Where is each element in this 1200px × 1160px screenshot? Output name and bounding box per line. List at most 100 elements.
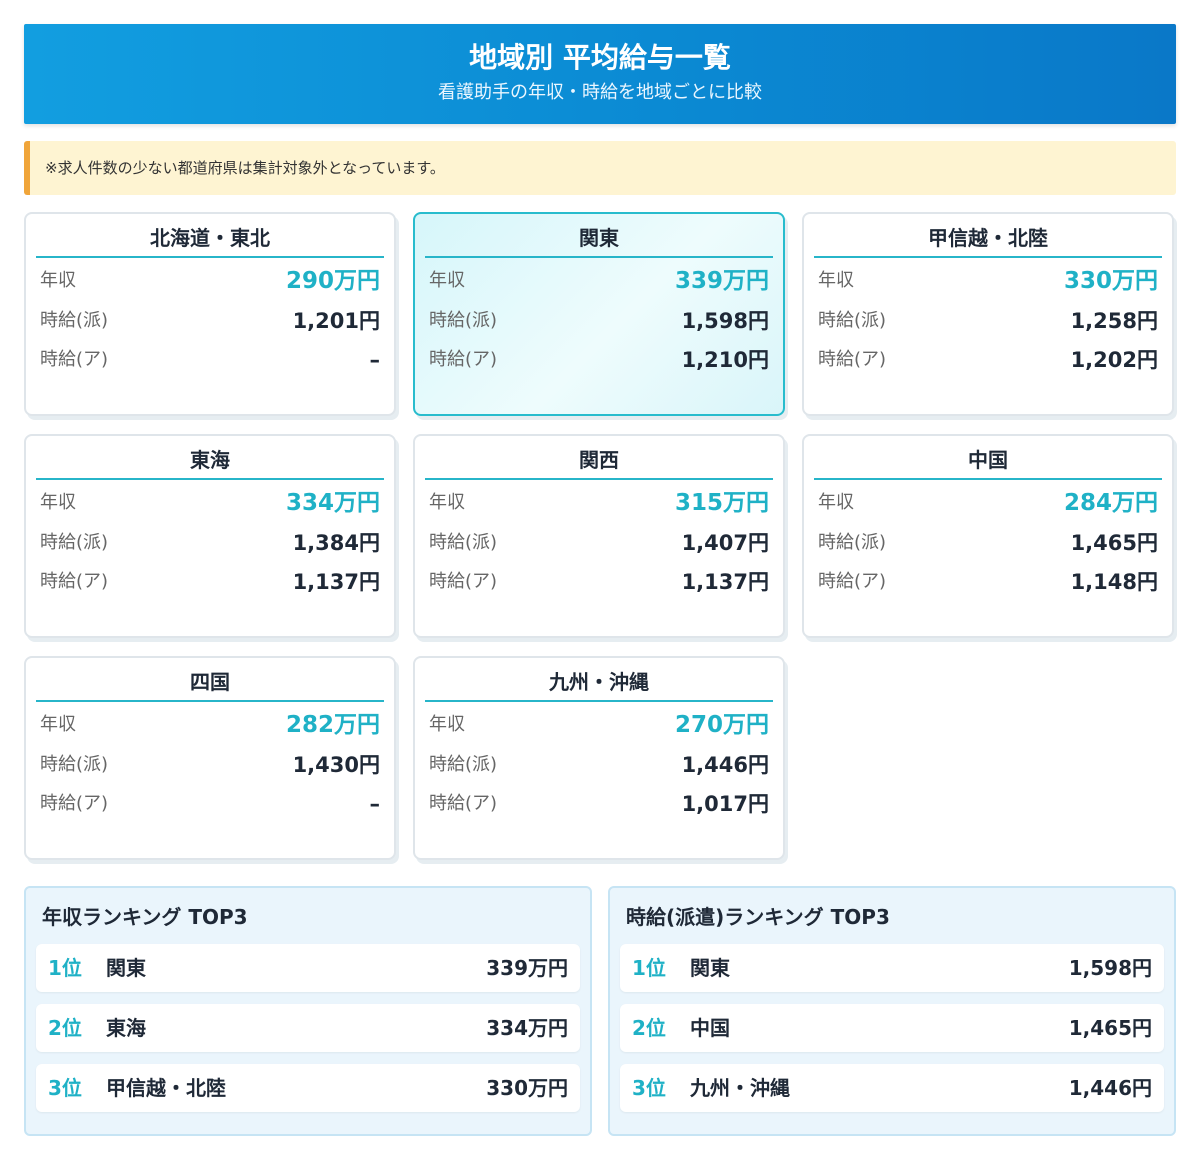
hourly-dispatch-value: 1,384円 <box>292 531 380 555</box>
annual-row: 年収 330万円 <box>818 266 1158 296</box>
annual-row: 年収 315万円 <box>429 488 769 518</box>
hourly-parttime-row: 時給(ア) 1,202円 <box>818 345 1158 375</box>
ranking-position: 1位 <box>632 956 666 980</box>
ranking-value: 1,598円 <box>1068 956 1152 980</box>
hourly-parttime-row: 時給(ア) 1,017円 <box>429 789 769 819</box>
ranking-item: 2位 東海 334万円 <box>36 1004 580 1052</box>
hourly-parttime-label: 時給(ア) <box>818 571 887 592</box>
ranking-value: 334万円 <box>486 1016 568 1040</box>
hourly-dispatch-value: 1,407円 <box>681 531 769 555</box>
region-card-koshinetsu-hokuriku: 甲信越・北陸 年収 330万円 時給(派) 1,258円 時給(ア) 1,202円 <box>802 212 1174 416</box>
annual-label: 年収 <box>429 714 465 735</box>
hourly-dispatch-row: 時給(派) 1,384円 <box>40 528 380 558</box>
annual-row: 年収 284万円 <box>818 488 1158 518</box>
hourly-parttime-value: – <box>369 792 381 816</box>
region-card-kyushu-okinawa: 九州・沖縄 年収 270万円 時給(派) 1,446円 時給(ア) 1,017円 <box>413 656 785 860</box>
hourly-dispatch-row: 時給(派) 1,446円 <box>429 750 769 780</box>
annual-label: 年収 <box>818 270 854 291</box>
region-name: 関東 <box>425 220 773 258</box>
hourly-dispatch-row: 時給(派) 1,465円 <box>818 528 1158 558</box>
hourly-parttime-label: 時給(ア) <box>40 571 109 592</box>
ranking-title: 年収ランキング TOP3 <box>42 905 248 929</box>
ranking-region: 東海 <box>106 1016 146 1040</box>
ranking-position: 1位 <box>48 956 82 980</box>
hourly-parttime-label: 時給(ア) <box>429 349 498 370</box>
hourly-parttime-label: 時給(ア) <box>40 793 109 814</box>
hourly-dispatch-label: 時給(派) <box>429 754 498 775</box>
ranking-item: 3位 九州・沖縄 1,446円 <box>620 1064 1164 1112</box>
hourly-dispatch-label: 時給(派) <box>40 754 109 775</box>
hourly-parttime-label: 時給(ア) <box>429 571 498 592</box>
hourly-parttime-row: 時給(ア) 1,148円 <box>818 567 1158 597</box>
annual-value: 330万円 <box>1063 268 1158 294</box>
hourly-dispatch-label: 時給(派) <box>40 310 109 331</box>
notice-banner: ※求人件数の少ない都道府県は集計対象外となっています。 <box>24 141 1176 195</box>
hourly-dispatch-row: 時給(派) 1,258円 <box>818 306 1158 336</box>
annual-row: 年収 334万円 <box>40 488 380 518</box>
annual-value: 315万円 <box>674 490 769 516</box>
annual-row: 年収 290万円 <box>40 266 380 296</box>
hourly-ranking-panel: 時給(派遣)ランキング TOP3 1位 関東 1,598円 2位 中国 1,46… <box>608 886 1176 1136</box>
hourly-parttime-label: 時給(ア) <box>40 349 109 370</box>
hourly-parttime-value: 1,148円 <box>1070 570 1158 594</box>
hourly-dispatch-value: 1,598円 <box>681 309 769 333</box>
annual-label: 年収 <box>429 492 465 513</box>
ranking-value: 330万円 <box>486 1076 568 1100</box>
annual-row: 年収 339万円 <box>429 266 769 296</box>
ranking-position: 3位 <box>632 1076 666 1100</box>
ranking-region: 関東 <box>690 956 730 980</box>
annual-label: 年収 <box>40 270 76 291</box>
annual-row: 年収 282万円 <box>40 710 380 740</box>
annual-label: 年収 <box>40 492 76 513</box>
hourly-dispatch-label: 時給(派) <box>818 532 887 553</box>
hourly-parttime-value: 1,017円 <box>681 792 769 816</box>
hourly-parttime-row: 時給(ア) – <box>40 345 380 375</box>
region-name: 関西 <box>425 442 773 480</box>
hourly-dispatch-row: 時給(派) 1,430円 <box>40 750 380 780</box>
ranking-position: 2位 <box>632 1016 666 1040</box>
annual-value: 270万円 <box>674 712 769 738</box>
ranking-value: 1,465円 <box>1068 1016 1152 1040</box>
hourly-dispatch-label: 時給(派) <box>429 310 498 331</box>
hourly-parttime-row: 時給(ア) – <box>40 789 380 819</box>
hourly-parttime-value: 1,202円 <box>1070 348 1158 372</box>
annual-value: 290万円 <box>285 268 380 294</box>
hourly-parttime-label: 時給(ア) <box>429 793 498 814</box>
hourly-dispatch-value: 1,465円 <box>1070 531 1158 555</box>
hourly-dispatch-value: 1,446円 <box>681 753 769 777</box>
region-card-kansai: 関西 年収 315万円 時給(派) 1,407円 時給(ア) 1,137円 <box>413 434 785 638</box>
hourly-dispatch-label: 時給(派) <box>818 310 887 331</box>
hourly-parttime-value: 1,210円 <box>681 348 769 372</box>
hourly-parttime-value: 1,137円 <box>292 570 380 594</box>
ranking-position: 2位 <box>48 1016 82 1040</box>
ranking-region: 関東 <box>106 956 146 980</box>
ranking-item: 1位 関東 1,598円 <box>620 944 1164 992</box>
hourly-dispatch-value: 1,430円 <box>292 753 380 777</box>
region-name: 中国 <box>814 442 1162 480</box>
annual-row: 年収 270万円 <box>429 710 769 740</box>
hourly-dispatch-label: 時給(派) <box>40 532 109 553</box>
page-subtitle: 看護助手の年収・時給を地域ごとに比較 <box>438 82 762 103</box>
ranking-value: 339万円 <box>486 956 568 980</box>
annual-value: 284万円 <box>1063 490 1158 516</box>
hourly-dispatch-value: 1,201円 <box>292 309 380 333</box>
annual-value: 339万円 <box>674 268 769 294</box>
annual-value: 282万円 <box>285 712 380 738</box>
region-card-chugoku: 中国 年収 284万円 時給(派) 1,465円 時給(ア) 1,148円 <box>802 434 1174 638</box>
ranking-value: 1,446円 <box>1068 1076 1152 1100</box>
region-card-shikoku: 四国 年収 282万円 時給(派) 1,430円 時給(ア) – <box>24 656 396 860</box>
hourly-parttime-value: – <box>369 348 381 372</box>
ranking-position: 3位 <box>48 1076 82 1100</box>
page-header: 地域別 平均給与一覧 看護助手の年収・時給を地域ごとに比較 <box>24 24 1176 124</box>
region-name: 北海道・東北 <box>36 220 384 258</box>
hourly-dispatch-value: 1,258円 <box>1070 309 1158 333</box>
region-name: 九州・沖縄 <box>425 664 773 702</box>
hourly-parttime-row: 時給(ア) 1,137円 <box>429 567 769 597</box>
hourly-dispatch-label: 時給(派) <box>429 532 498 553</box>
ranking-item: 2位 中国 1,465円 <box>620 1004 1164 1052</box>
region-name: 四国 <box>36 664 384 702</box>
ranking-item: 1位 関東 339万円 <box>36 944 580 992</box>
region-name: 東海 <box>36 442 384 480</box>
hourly-dispatch-row: 時給(派) 1,201円 <box>40 306 380 336</box>
region-card-hokkaido-tohoku: 北海道・東北 年収 290万円 時給(派) 1,201円 時給(ア) – <box>24 212 396 416</box>
